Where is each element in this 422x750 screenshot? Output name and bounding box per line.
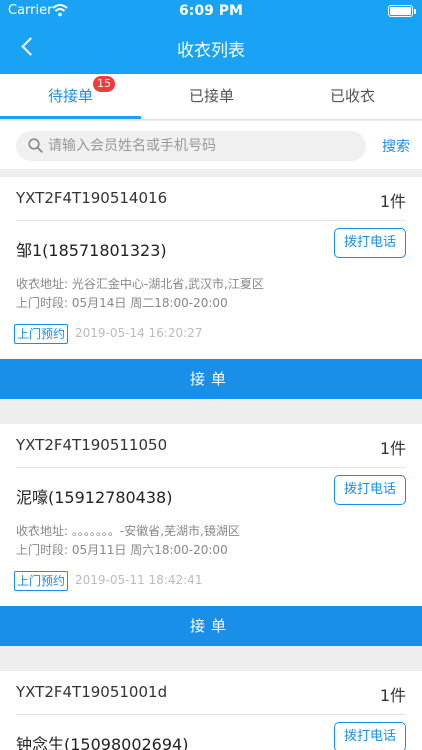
pickup-address: 收衣地址: 。。。。。。。-安徽省,芜湖市,镜湖区 (16, 524, 240, 538)
tab-accepted[interactable]: 已接单 (141, 74, 282, 120)
pending-count-badge: 15 (93, 76, 115, 92)
accept-order-button[interactable]: 接单 (0, 359, 422, 399)
order-card-header: YXT2F4T19051001d 1件 (16, 671, 406, 715)
page-title: 收衣列表 (177, 41, 245, 61)
call-phone-button[interactable]: 拨打电话 (334, 722, 406, 750)
order-quantity: 1件 (379, 686, 406, 705)
pickup-time-slot: 上门时段: 05月14日 周二18:00-20:00 (16, 296, 228, 310)
order-number: YXT2F4T19051001d (16, 683, 168, 701)
tab-pending-label: 待接单 (47, 87, 93, 105)
status-time: 6:09 PM (179, 3, 243, 19)
accept-order-button[interactable]: 接单 (0, 606, 422, 646)
order-card-header: YXT2F4T190511050 1件 (16, 424, 406, 468)
tab-accepted-label: 已接单 (188, 87, 234, 105)
battery-icon (388, 5, 416, 17)
order-card: YXT2F4T190511050 1件 泥嚎(15912780438) 拨打电话… (0, 424, 422, 646)
tab-collected-label: 已收衣 (329, 87, 375, 105)
search-bar: 搜索 (0, 121, 422, 169)
appointment-tag: 上门预约 (14, 324, 69, 344)
order-quantity: 1件 (379, 439, 406, 458)
battery-fill (390, 7, 411, 15)
order-card: YXT2F4T190514016 1件 邹1(18571801323) 拨打电话… (0, 177, 422, 399)
appointment-tag: 上门预约 (14, 571, 69, 591)
search-icon (28, 138, 43, 153)
pickup-time-slot: 上门时段: 05月11日 周六18:00-20:00 (16, 543, 228, 557)
customer-name-phone: 钟念生(15098002694) (16, 735, 189, 750)
order-card: YXT2F4T19051001d 1件 钟念生(15098002694) 拨打电… (0, 671, 422, 750)
order-quantity: 1件 (379, 192, 406, 211)
customer-name-phone: 泥嚎(15912780438) (16, 488, 173, 507)
call-phone-button[interactable]: 拨打电话 (334, 228, 406, 258)
customer-name-phone: 邹1(18571801323) (16, 241, 167, 260)
created-time: 2019-05-11 18:42:41 (75, 573, 203, 587)
search-button[interactable]: 搜索 (382, 136, 410, 156)
tab-collected[interactable]: 已收衣 (282, 74, 422, 120)
order-card-header: YXT2F4T190514016 1件 (16, 177, 406, 221)
search-input[interactable] (48, 131, 358, 161)
tab-pending[interactable]: 待接单 15 (0, 74, 141, 120)
pickup-address: 收衣地址: 光谷汇金中心-湖北省,武汉市,江夏区 (16, 277, 264, 291)
status-bar: Carrier 6:09 PM (0, 0, 422, 24)
order-number: YXT2F4T190514016 (16, 189, 168, 207)
created-time: 2019-05-14 16:20:27 (75, 326, 203, 340)
order-number: YXT2F4T190511050 (16, 436, 168, 454)
call-phone-button[interactable]: 拨打电话 (334, 475, 406, 505)
search-box (16, 131, 366, 161)
nav-header: Carrier 6:09 PM 收衣列表 (0, 0, 422, 74)
tab-bar: 待接单 15 已接单 已收衣 (0, 74, 422, 120)
